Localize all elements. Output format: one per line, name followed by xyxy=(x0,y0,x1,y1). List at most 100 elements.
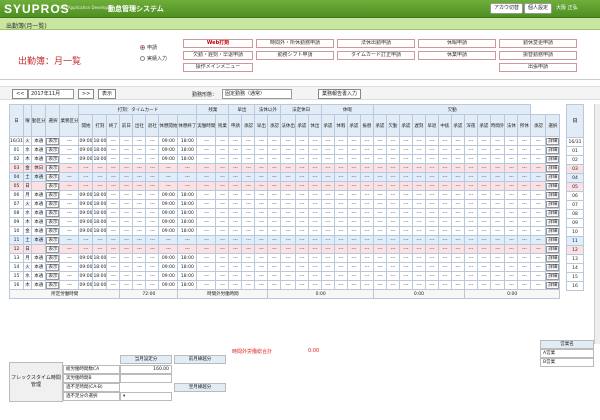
show-button[interactable]: 表示 xyxy=(45,163,61,173)
flex-choice-select[interactable]: ▾ xyxy=(120,392,172,401)
value-cell: --- xyxy=(372,163,387,173)
value-cell: --- xyxy=(119,262,134,272)
main-menu-button[interactable]: 操作メインメニュー xyxy=(183,63,253,72)
value-cell: --- xyxy=(450,244,465,254)
value-cell: --- xyxy=(59,262,80,272)
show-button[interactable]: 表示 xyxy=(45,271,61,281)
value-cell: --- xyxy=(476,280,491,290)
show-button[interactable]: 表示 xyxy=(45,217,61,227)
detail-button[interactable]: 詳細 xyxy=(545,163,561,173)
value-cell: --- xyxy=(228,262,243,272)
value-cell: --- xyxy=(450,163,465,173)
detail-button[interactable]: 詳細 xyxy=(545,154,561,164)
show-button[interactable]: 表示 xyxy=(45,199,61,209)
kubun-cell: 本通 xyxy=(30,217,47,227)
end-cell: --- xyxy=(177,163,198,173)
show-button[interactable]: 表示 xyxy=(45,136,61,146)
show-button-label: 表示 xyxy=(46,182,59,190)
value-cell: --- xyxy=(59,181,80,191)
end-cell: 18:00 xyxy=(177,226,198,236)
business-report-button[interactable]: 業務報告書入力 xyxy=(318,89,362,99)
detail-button-label: 詳細 xyxy=(546,164,559,172)
shift-request-button[interactable]: 勤務シフト申請 xyxy=(256,51,334,60)
value-cell: --- xyxy=(346,262,361,272)
detail-button[interactable]: 詳細 xyxy=(545,280,561,290)
absence-request-button[interactable]: 欠勤・遅刻・早退申請 xyxy=(183,51,253,60)
vertical-scrollbar[interactable] xyxy=(594,104,600,344)
value-cell: --- xyxy=(450,172,465,182)
timecard-correction-button[interactable]: タイムカード訂正申請 xyxy=(337,51,415,60)
show-button[interactable]: 表示 xyxy=(45,190,61,200)
value-cell: --- xyxy=(254,181,269,191)
shift-change-request-button[interactable]: 勤休変更申請 xyxy=(499,39,577,48)
show-button[interactable]: 表示 xyxy=(45,208,61,218)
detail-button[interactable]: 詳細 xyxy=(545,235,561,245)
value-cell: --- xyxy=(411,208,426,218)
month-field[interactable]: 2017年11月 xyxy=(28,89,74,99)
show-button[interactable]: 表示 xyxy=(45,253,61,263)
show-button[interactable]: 表示 xyxy=(45,172,61,182)
detail-button[interactable]: 詳細 xyxy=(545,217,561,227)
account-switch-button[interactable]: アカウ切替 xyxy=(490,3,524,14)
start-cell: 09:00 xyxy=(78,208,94,218)
value-cell: --- xyxy=(294,262,309,272)
detail-button[interactable]: 詳細 xyxy=(545,181,561,191)
detail-button[interactable]: 詳細 xyxy=(545,136,561,146)
detail-button[interactable]: 詳細 xyxy=(545,226,561,236)
right-day-cell: 13 xyxy=(566,254,584,264)
value-cell: --- xyxy=(280,208,296,218)
subheader-30: 早退 xyxy=(424,114,439,137)
detail-button[interactable]: 詳細 xyxy=(545,208,561,218)
overtime-request-button[interactable]: 時間外・所休勤務申請 xyxy=(256,39,334,48)
substitute-work-button[interactable]: 振替勤務申請 xyxy=(499,51,577,60)
display-button[interactable]: 表示 xyxy=(98,89,117,99)
detail-button[interactable]: 詳細 xyxy=(545,262,561,272)
kubun-cell: 本通 xyxy=(30,226,47,236)
suspension-request-button[interactable]: 休業申請 xyxy=(418,51,496,60)
value-cell: --- xyxy=(489,199,506,209)
show-button[interactable]: 表示 xyxy=(45,145,61,155)
kubun-cell: 本通 xyxy=(30,262,47,272)
web-stamp-button[interactable]: Web打刻 xyxy=(183,39,253,48)
detail-button[interactable]: 詳細 xyxy=(545,172,561,182)
show-button[interactable]: 表示 xyxy=(45,154,61,164)
detail-button[interactable]: 詳細 xyxy=(545,271,561,281)
value-cell: --- xyxy=(450,136,465,146)
show-button[interactable]: 表示 xyxy=(45,235,61,245)
holiday-work-request-button[interactable]: 法休出勤申請 xyxy=(337,39,415,48)
value-cell: --- xyxy=(145,226,160,236)
start-cell: --- xyxy=(158,235,179,245)
detail-button[interactable]: 詳細 xyxy=(545,145,561,155)
personal-settings-button[interactable]: 個人設定 xyxy=(524,3,553,14)
value-cell: --- xyxy=(294,280,309,290)
business-trip-button[interactable]: 出張申請 xyxy=(499,63,577,72)
value-cell: --- xyxy=(267,280,282,290)
right-day-cell: 12 xyxy=(566,245,584,255)
detail-button[interactable]: 詳細 xyxy=(545,244,561,254)
show-button[interactable]: 表示 xyxy=(45,244,61,254)
value-cell: --- xyxy=(132,136,147,146)
next-month-button[interactable]: >> xyxy=(78,89,95,99)
value-cell: --- xyxy=(385,262,400,272)
start-cell: 09:00 xyxy=(158,280,179,290)
show-button[interactable]: 表示 xyxy=(45,226,61,236)
value-cell: --- xyxy=(385,181,400,191)
radio-actual[interactable]: 実績入力 xyxy=(140,55,167,62)
start-cell: --- xyxy=(78,172,94,182)
start-cell: 09:00 xyxy=(158,271,179,281)
detail-button[interactable]: 詳細 xyxy=(545,253,561,263)
detail-button[interactable]: 詳細 xyxy=(545,190,561,200)
subheader-34: 承認 xyxy=(476,114,491,137)
show-button[interactable]: 表示 xyxy=(45,280,61,290)
value-cell: --- xyxy=(463,271,478,281)
value-cell: --- xyxy=(346,208,361,218)
leave-request-button[interactable]: 休暇申請 xyxy=(418,39,496,48)
detail-button[interactable]: 詳細 xyxy=(545,199,561,209)
show-button[interactable]: 表示 xyxy=(45,262,61,272)
value-cell: --- xyxy=(215,226,230,236)
prev-month-button[interactable]: << xyxy=(12,89,29,99)
show-button[interactable]: 表示 xyxy=(45,181,61,191)
end-cell: --- xyxy=(92,181,108,191)
value-cell: --- xyxy=(307,172,322,182)
radio-apply[interactable]: 申請 xyxy=(140,44,157,51)
